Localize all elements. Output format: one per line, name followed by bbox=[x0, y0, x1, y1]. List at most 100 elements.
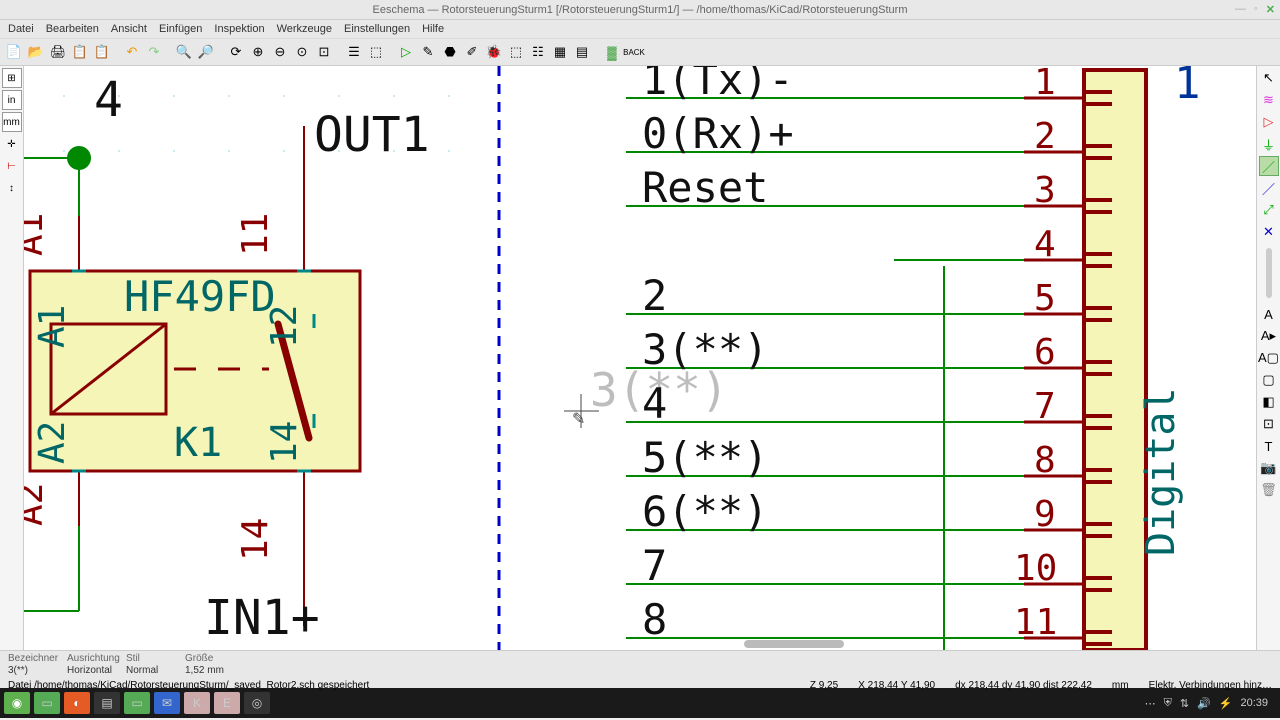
svg-text:A2: A2 bbox=[24, 483, 51, 526]
undo-icon[interactable]: ↶ bbox=[122, 42, 142, 62]
netlist-icon[interactable]: ▤ bbox=[572, 42, 592, 62]
menu-datei[interactable]: Datei bbox=[8, 23, 34, 35]
force-hv-icon[interactable]: ↕ bbox=[2, 178, 22, 198]
redo-icon[interactable]: ↷ bbox=[144, 42, 164, 62]
find-icon[interactable]: 🔍 bbox=[174, 42, 194, 62]
zoom-in-icon[interactable]: ⊕ bbox=[248, 42, 268, 62]
refresh-icon[interactable]: ⟳ bbox=[226, 42, 246, 62]
task-terminal-icon[interactable]: ▤ bbox=[94, 692, 120, 714]
svg-text:4: 4 bbox=[642, 379, 667, 428]
hierarchy-icon[interactable]: ☰ bbox=[344, 42, 364, 62]
print-icon[interactable]: 🖨 bbox=[48, 42, 68, 62]
place-bus-icon[interactable]: ／ bbox=[1259, 178, 1279, 198]
tray-network-icon[interactable]: ⇅ bbox=[1180, 697, 1189, 710]
svg-text:A1: A1 bbox=[32, 305, 73, 348]
status-unit: mm bbox=[1112, 680, 1129, 691]
tray-clock[interactable]: 20:39 bbox=[1240, 697, 1268, 709]
task-kicad-icon[interactable]: K bbox=[184, 692, 210, 714]
place-sheet-icon[interactable]: ▢ bbox=[1259, 370, 1279, 390]
task-mail-icon[interactable]: ✉ bbox=[154, 692, 180, 714]
close-button[interactable]: ✕ bbox=[1266, 3, 1275, 16]
footprint-editor-icon[interactable]: ⬣ bbox=[440, 42, 460, 62]
leave-sheet-icon[interactable]: ⬚ bbox=[366, 42, 386, 62]
place-noconnect-icon[interactable]: ✕ bbox=[1259, 222, 1279, 242]
place-image-icon[interactable]: 📷 bbox=[1259, 458, 1279, 478]
place-symbol-icon[interactable]: ▷ bbox=[1259, 112, 1279, 132]
unit-in-button[interactable]: in bbox=[2, 90, 22, 110]
assign-footprints-icon[interactable]: ⬚ bbox=[506, 42, 526, 62]
svg-text:Reset: Reset bbox=[642, 163, 768, 212]
find-replace-icon[interactable]: 🔎 bbox=[196, 42, 216, 62]
task-files-icon[interactable]: ▭ bbox=[124, 692, 150, 714]
status-stil: Normal bbox=[126, 665, 181, 676]
left-toolbar: ⊞ in mm ✛ ⊢ ↕ bbox=[0, 66, 24, 650]
svg-text:A2: A2 bbox=[32, 421, 73, 464]
svg-text:A1: A1 bbox=[24, 213, 51, 256]
bom-icon[interactable]: ▦ bbox=[550, 42, 570, 62]
unit-mm-button[interactable]: mm bbox=[2, 112, 22, 132]
place-text-icon[interactable]: T bbox=[1259, 436, 1279, 456]
place-net-label-icon[interactable]: A bbox=[1259, 304, 1279, 324]
place-sheet-pin-icon[interactable]: ⊡ bbox=[1259, 414, 1279, 434]
place-global-label-icon[interactable]: A▸ bbox=[1259, 326, 1279, 346]
digital-label: Digital bbox=[1138, 387, 1184, 556]
import-sheet-pin-icon[interactable]: ◧ bbox=[1259, 392, 1279, 412]
svg-text:10: 10 bbox=[1014, 548, 1057, 589]
schematic-canvas[interactable]: 4 OUT1 IN1+ HF49FD K1 A1 A1 A2 A2 11 12 … bbox=[24, 66, 1256, 650]
page-settings-icon[interactable]: 📋 bbox=[70, 42, 90, 62]
menu-einfuegen[interactable]: Einfügen bbox=[159, 23, 202, 35]
svg-text:2: 2 bbox=[1034, 116, 1056, 157]
zoom-select-icon[interactable]: ⊡ bbox=[314, 42, 334, 62]
pcbnew-icon[interactable]: ▓ bbox=[602, 42, 622, 62]
task-desktop-icon[interactable]: ▭ bbox=[34, 692, 60, 714]
select-icon[interactable]: ↖ bbox=[1259, 68, 1279, 88]
run-icon[interactable]: ▷ bbox=[396, 42, 416, 62]
place-bus-entry-icon[interactable]: ⤢ bbox=[1259, 200, 1279, 220]
symbol-fields-icon[interactable]: ☷ bbox=[528, 42, 548, 62]
right-scroll-thumb[interactable] bbox=[1266, 248, 1272, 298]
minimize-button[interactable]: — bbox=[1235, 3, 1246, 16]
task-obs-icon[interactable]: ◎ bbox=[244, 692, 270, 714]
status-groesse: 1,52 mm bbox=[185, 665, 240, 676]
menu-werkzeuge[interactable]: Werkzeuge bbox=[277, 23, 332, 35]
symbol-editor-icon[interactable]: ✎ bbox=[418, 42, 438, 62]
menu-hilfe[interactable]: Hilfe bbox=[422, 23, 444, 35]
hidden-pins-icon[interactable]: ⊢ bbox=[2, 156, 22, 176]
maximize-button[interactable]: ◦ bbox=[1254, 3, 1258, 16]
menu-bearbeiten[interactable]: Bearbeiten bbox=[46, 23, 99, 35]
tray-shield-icon[interactable]: ⛨ bbox=[1164, 697, 1172, 710]
cursor-shape-icon[interactable]: ✛ bbox=[2, 134, 22, 154]
zoom-out-icon[interactable]: ⊖ bbox=[270, 42, 290, 62]
svg-text:12: 12 bbox=[264, 305, 305, 348]
horizontal-scrollbar[interactable] bbox=[744, 640, 844, 648]
new-icon[interactable]: 📄 bbox=[4, 42, 24, 62]
task-firefox-icon[interactable]: ◐ bbox=[64, 692, 90, 714]
place-wire-icon[interactable]: ／ bbox=[1259, 156, 1279, 176]
right-toolbar: ↖ ≋ ▷ ⏚ ／ ／ ⤢ ✕ A A▸ A▢ ▢ ◧ ⊡ T 📷 🗑 bbox=[1256, 66, 1280, 650]
place-hier-label-icon[interactable]: A▢ bbox=[1259, 348, 1279, 368]
back-annotate-icon[interactable]: BACK bbox=[624, 42, 644, 62]
main-toolbar: 📄 📂 🖨 📋 📋 ↶ ↷ 🔍 🔎 ⟳ ⊕ ⊖ ⊙ ⊡ ☰ ⬚ ▷ ✎ ⬣ ✐ … bbox=[0, 38, 1280, 66]
tray-volume-icon[interactable]: 🔊 bbox=[1197, 697, 1211, 710]
highlight-net-icon[interactable]: ≋ bbox=[1259, 90, 1279, 110]
menu-ansicht[interactable]: Ansicht bbox=[111, 23, 147, 35]
place-power-icon[interactable]: ⏚ bbox=[1259, 134, 1279, 154]
grid-icon[interactable]: ⊞ bbox=[2, 68, 22, 88]
svg-text:5: 5 bbox=[1034, 278, 1056, 319]
annotate-icon[interactable]: ✐ bbox=[462, 42, 482, 62]
task-eeschema-icon[interactable]: E bbox=[214, 692, 240, 714]
status-bezeichner: 3(**) bbox=[8, 665, 63, 676]
open-icon[interactable]: 📂 bbox=[26, 42, 46, 62]
tray-notifications-icon[interactable]: ⋯ bbox=[1145, 697, 1156, 710]
menu-inspektion[interactable]: Inspektion bbox=[214, 23, 264, 35]
erc-icon[interactable]: 🐞 bbox=[484, 42, 504, 62]
menu-einstellungen[interactable]: Einstellungen bbox=[344, 23, 410, 35]
zoom-fit-icon[interactable]: ⊙ bbox=[292, 42, 312, 62]
tray-battery-icon[interactable]: ⚡ bbox=[1219, 697, 1233, 710]
svg-text:7: 7 bbox=[642, 541, 667, 590]
window-controls: — ◦ ✕ bbox=[1235, 3, 1275, 16]
status-ausrichtung: Horizontal bbox=[67, 665, 122, 676]
delete-icon[interactable]: 🗑 bbox=[1259, 480, 1279, 500]
paste-icon[interactable]: 📋 bbox=[92, 42, 112, 62]
mint-menu-icon[interactable]: ◉ bbox=[4, 692, 30, 714]
